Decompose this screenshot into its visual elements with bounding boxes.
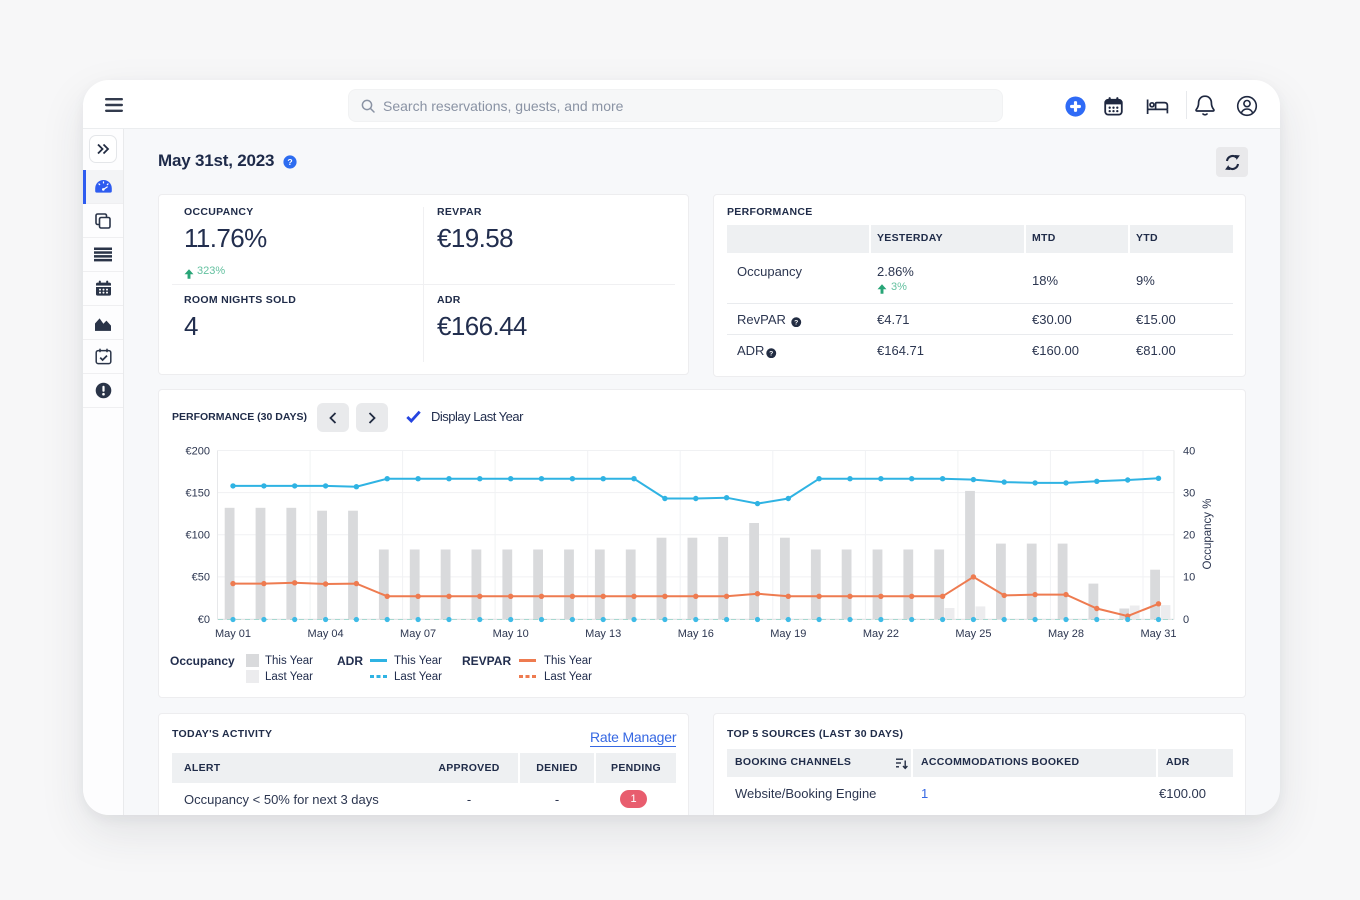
svg-text:May 16: May 16: [678, 628, 714, 640]
svg-text:?: ?: [287, 157, 292, 167]
svg-text:€150: €150: [186, 487, 210, 499]
svg-text:May 28: May 28: [1048, 628, 1084, 640]
svg-text:?: ?: [769, 350, 773, 357]
svg-text:20: 20: [1183, 530, 1195, 542]
svg-text:May 10: May 10: [493, 628, 529, 640]
svg-text:May 22: May 22: [863, 628, 899, 640]
svg-text:40: 40: [1183, 445, 1195, 457]
svg-text:May 07: May 07: [400, 628, 436, 640]
svg-text:May 25: May 25: [955, 628, 991, 640]
svg-text:May 31: May 31: [1140, 628, 1176, 640]
svg-text:30: 30: [1183, 487, 1195, 499]
svg-text:May 13: May 13: [585, 628, 621, 640]
svg-text:10: 10: [1183, 572, 1195, 584]
svg-text:€50: €50: [192, 572, 210, 584]
svg-text:€100: €100: [186, 530, 210, 542]
svg-text:Occupancy %: Occupancy %: [1202, 499, 1214, 570]
svg-text:€0: €0: [198, 614, 210, 626]
svg-text:€200: €200: [186, 445, 210, 457]
svg-text:May 19: May 19: [770, 628, 806, 640]
svg-text:?: ?: [794, 319, 798, 326]
svg-text:May 04: May 04: [308, 628, 344, 640]
svg-text:May 01: May 01: [215, 628, 251, 640]
svg-text:0: 0: [1183, 614, 1189, 626]
